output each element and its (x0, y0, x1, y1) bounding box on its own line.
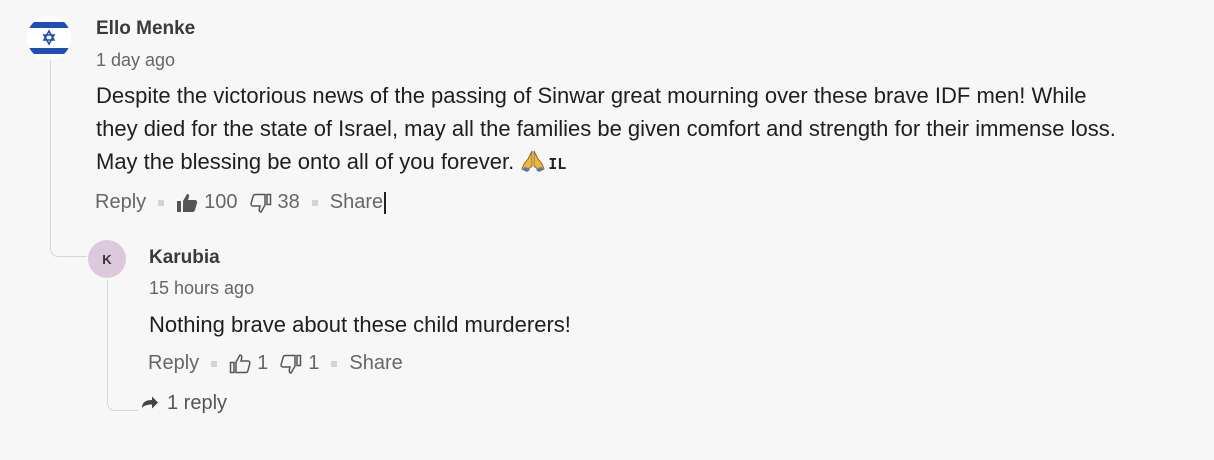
view-replies-label: 1 reply (167, 392, 228, 414)
separator-dot (311, 199, 318, 206)
separator-dot (211, 360, 218, 367)
thread-line (107, 280, 138, 411)
thread-line (50, 58, 87, 257)
reply-button[interactable]: Reply (148, 352, 199, 375)
reply-body: Nothing brave about these child murderer… (149, 312, 571, 337)
reply-actions: Reply 1 1 Share (148, 352, 403, 375)
text-cursor (384, 191, 387, 214)
separator-dot (331, 360, 338, 367)
separator-dot (158, 199, 165, 206)
thumbs-up-outline-icon[interactable] (229, 353, 251, 374)
reply-arrow-icon (141, 396, 159, 412)
share-button[interactable]: Share (329, 191, 387, 214)
comment-actions: Reply 100 38 Share (95, 191, 387, 214)
reply-timestamp: 15 hours ago (149, 278, 255, 298)
comment-body-line: Despite the victorious news of the passi… (96, 83, 1087, 108)
country-badge: IL (548, 155, 567, 173)
comment-body-line-text: May the blessing be onto all of you fore… (96, 149, 515, 174)
dislike-count: 38 (277, 191, 300, 213)
share-label: Share (329, 191, 384, 213)
folded-hands-icon (520, 149, 546, 182)
comment-thread: Ello Menke 1 day ago Despite the victori… (0, 0, 1214, 460)
comment-body-line: May the blessing be onto all of you fore… (96, 145, 1176, 182)
like-count: 100 (204, 191, 238, 213)
share-button[interactable]: Share (349, 352, 402, 375)
comment-body: Despite the victorious news of the passi… (96, 79, 1176, 182)
comment-timestamp: 1 day ago (96, 50, 176, 70)
thumbs-down-icon[interactable] (280, 354, 302, 374)
comment-body-line: they died for the state of Israel, may a… (96, 116, 1116, 141)
thumbs-up-filled-icon[interactable] (176, 193, 198, 213)
reply-button[interactable]: Reply (95, 191, 146, 214)
dislike-count: 1 (308, 352, 320, 374)
avatar[interactable] (27, 16, 71, 60)
israel-flag-icon (27, 16, 71, 60)
like-count: 1 (257, 352, 269, 374)
view-replies-link[interactable]: 1 reply (141, 392, 227, 415)
thumbs-down-icon[interactable] (249, 193, 272, 213)
reply-author[interactable]: Karubia (149, 247, 220, 269)
comment-author[interactable]: Ello Menke (96, 18, 195, 40)
avatar[interactable]: K (88, 240, 126, 278)
